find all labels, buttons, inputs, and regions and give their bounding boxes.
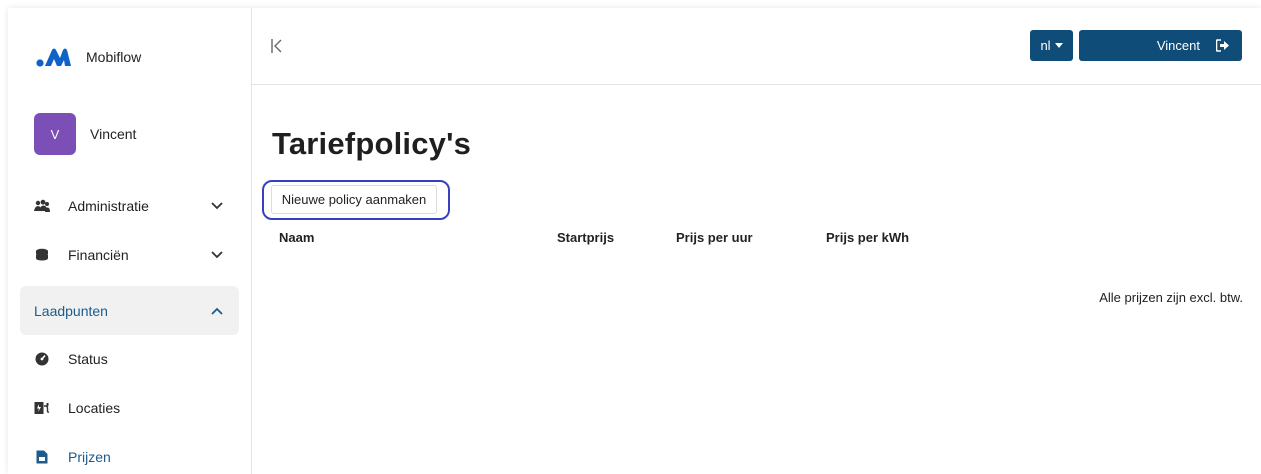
- column-header-naam[interactable]: Naam: [279, 230, 314, 245]
- sidebar-item-label: Status: [68, 351, 108, 367]
- column-header-prijs-per-uur[interactable]: Prijs per uur: [676, 230, 753, 245]
- main-content: nl Vincent Tariefpolicy's Nieuwe policy …: [252, 8, 1261, 474]
- sidebar-item-administratie[interactable]: Administratie: [20, 183, 239, 229]
- chevron-up-icon: [209, 303, 225, 319]
- chevron-down-icon: [209, 198, 225, 214]
- gauge-icon: [34, 351, 50, 367]
- column-header-prijs-per-kwh[interactable]: Prijs per kWh: [826, 230, 909, 245]
- chevron-down-icon: [209, 247, 225, 263]
- column-header-startprijs[interactable]: Startprijs: [557, 230, 614, 245]
- logout-icon: [1216, 39, 1230, 53]
- brand-name: Mobiflow: [86, 49, 142, 65]
- collapse-sidebar-icon[interactable]: [270, 38, 284, 54]
- app-frame: Mobiflow V Vincent Administratie Financi…: [8, 8, 1261, 474]
- sidebar-item-label: Laadpunten: [34, 302, 108, 319]
- price-note: Alle prijzen zijn excl. btw.: [1099, 290, 1243, 305]
- user-name: Vincent: [90, 126, 137, 142]
- sidebar-item-laadpunten[interactable]: Laadpunten: [20, 286, 239, 335]
- user-button-label: Vincent: [1156, 38, 1200, 53]
- sidebar: Mobiflow V Vincent Administratie Financi…: [8, 8, 252, 474]
- sidebar-item-label: Locaties: [68, 400, 121, 416]
- sidebar-item-status[interactable]: Status: [20, 336, 239, 382]
- charging-station-icon: [34, 400, 50, 416]
- page-title: Tariefpolicy's: [272, 126, 472, 161]
- avatar: V: [34, 113, 76, 155]
- brand[interactable]: Mobiflow: [36, 46, 141, 68]
- sidebar-item-locaties[interactable]: Locaties: [20, 385, 239, 431]
- users-icon: [34, 198, 50, 214]
- user-logout-button[interactable]: Vincent: [1079, 30, 1242, 61]
- sidebar-item-label: Financiën: [68, 247, 129, 263]
- sidebar-item-label: Administratie: [68, 198, 149, 214]
- caret-down-icon: [1054, 43, 1063, 48]
- user-profile[interactable]: V Vincent: [34, 113, 136, 155]
- sidebar-item-label: Prijzen: [68, 449, 111, 465]
- top-bar: nl Vincent: [252, 8, 1261, 85]
- language-dropdown[interactable]: nl: [1030, 30, 1073, 61]
- new-policy-button[interactable]: Nieuwe policy aanmaken: [271, 185, 437, 214]
- price-tag-icon: [34, 449, 50, 465]
- sidebar-item-financien[interactable]: Financiën: [20, 232, 239, 278]
- coins-icon: [34, 247, 50, 263]
- language-label: nl: [1040, 38, 1051, 53]
- mobiflow-logo-icon: [36, 48, 71, 67]
- sidebar-item-prijzen[interactable]: Prijzen: [20, 434, 239, 474]
